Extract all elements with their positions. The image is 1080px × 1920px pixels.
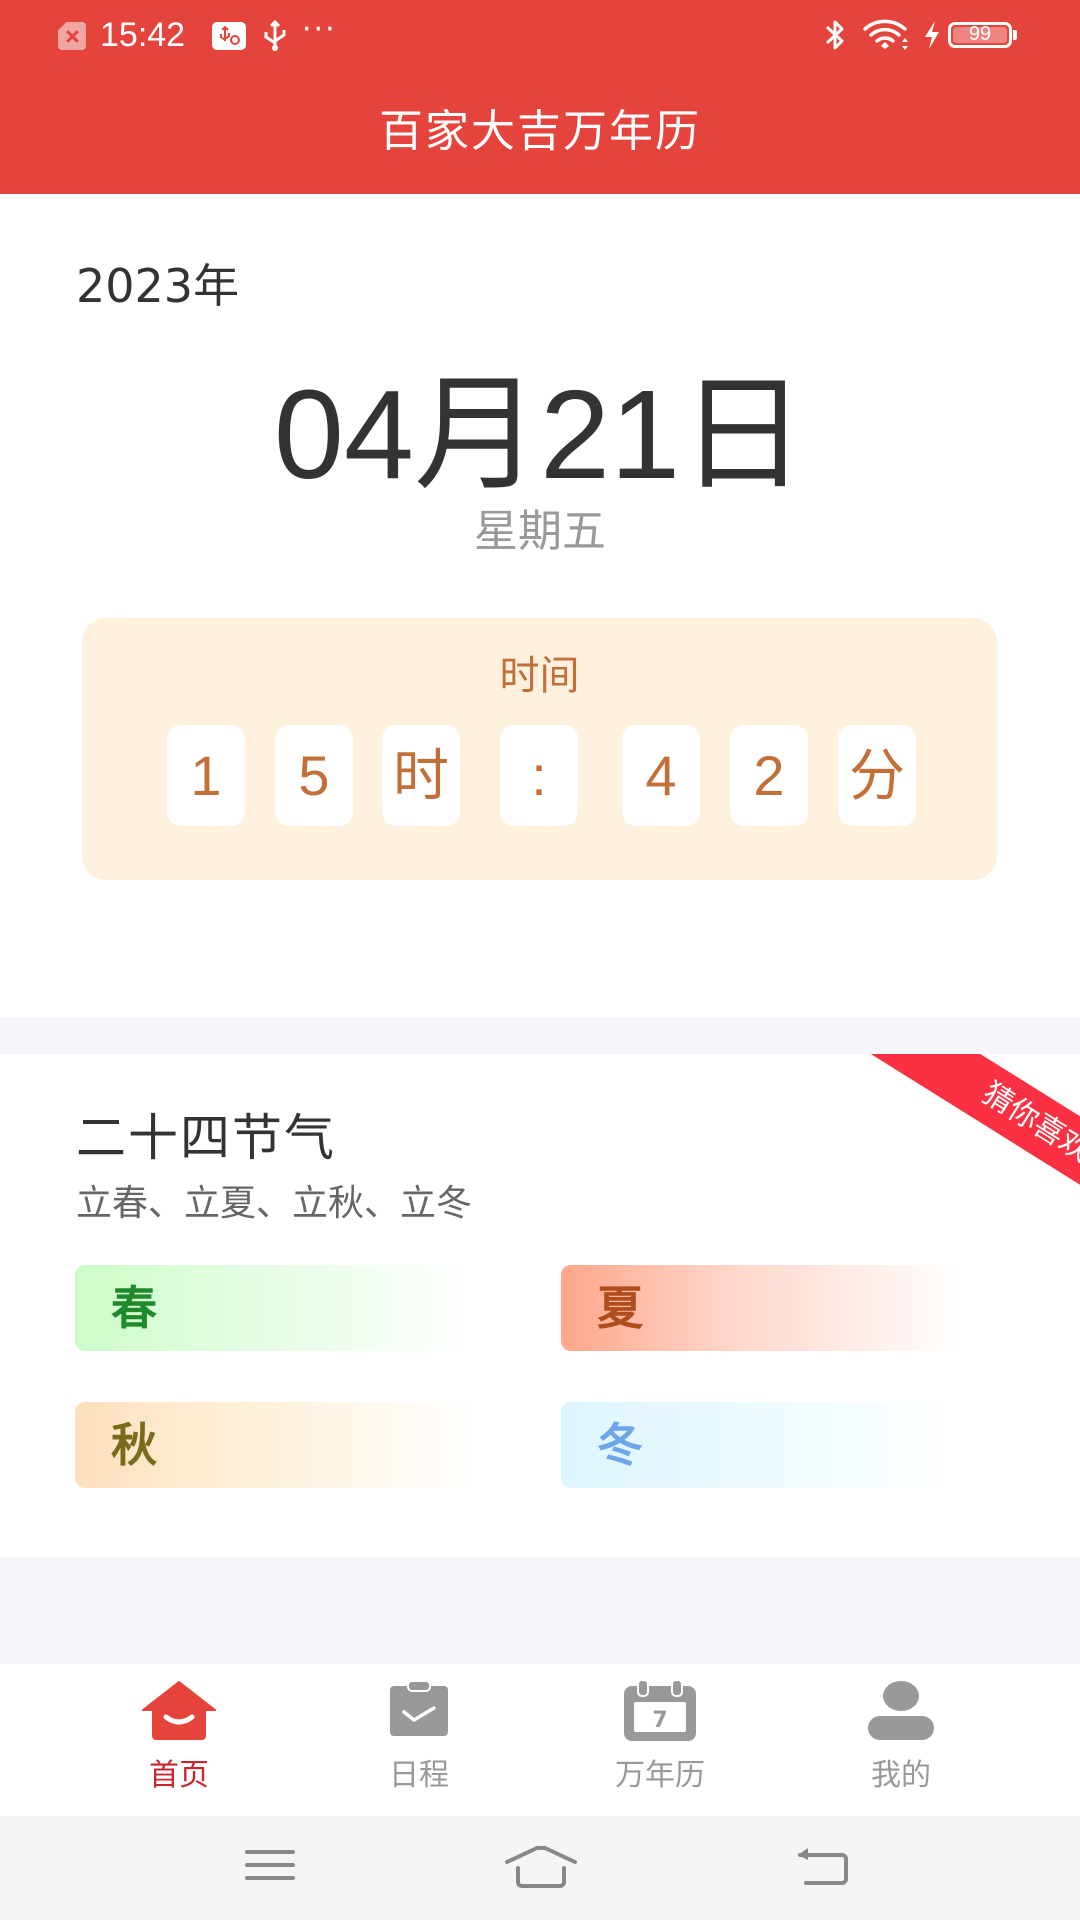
battery-level: 99 (968, 23, 992, 45)
back-icon[interactable] (796, 1846, 852, 1894)
season-chip-summer[interactable]: 夏 (561, 1265, 961, 1351)
bottom-tab-bar: 首页 日程 7 万年历 我的 (0, 1664, 1080, 1816)
recommend-ribbon: 猜你喜欢 (867, 1054, 1080, 1243)
section-divider (0, 1557, 1080, 1664)
time-colon: : (500, 725, 578, 826)
more-icon: ··· (302, 12, 337, 47)
home-icon (141, 1680, 217, 1744)
season-chip-winter[interactable]: 冬 (561, 1402, 961, 1488)
battery-icon: 99 (948, 22, 1017, 48)
calendar-icon-number: 7 (652, 1708, 667, 1733)
season-chip-spring[interactable]: 春 (75, 1265, 475, 1351)
minute-unit: 分 (838, 725, 916, 826)
system-nav-bar (0, 1816, 1080, 1920)
season-chip-autumn[interactable]: 秋 (75, 1402, 475, 1488)
charging-icon (922, 20, 942, 54)
solar-terms-title: 二十四节气 (76, 1109, 336, 1167)
time-card-title: 时间 (499, 653, 580, 699)
usb-settings-icon (212, 22, 246, 50)
tab-label: 日程 (389, 1758, 449, 1793)
hour-ones-digit: 5 (275, 725, 353, 826)
menu-icon[interactable] (244, 1846, 298, 1894)
minute-ones-digit: 2 (730, 725, 808, 826)
weekday-label: 星期五 (474, 506, 606, 557)
user-icon (866, 1680, 936, 1744)
clipboard-check-icon (388, 1680, 450, 1742)
usb-icon (262, 19, 288, 56)
bluetooth-icon (822, 18, 848, 56)
solar-terms-subtitle: 立春、立夏、立秋、立冬 (76, 1183, 473, 1224)
calendar-icon: 7 (622, 1679, 698, 1746)
tab-profile[interactable]: 我的 (781, 1664, 1021, 1816)
tab-home[interactable]: 首页 (59, 1664, 299, 1816)
app-title: 百家大吉万年历 (379, 106, 701, 157)
wifi-icon (862, 18, 912, 56)
tab-label: 万年历 (615, 1758, 705, 1793)
hour-unit: 时 (382, 725, 460, 826)
month-day: 04月21日 (273, 364, 807, 505)
home-nav-icon[interactable] (504, 1846, 578, 1894)
tab-schedule[interactable]: 日程 (299, 1664, 539, 1816)
app-header: 15:42 ··· 99 百家大吉万年历 (0, 0, 1080, 194)
status-bar: 15:42 ··· 99 (0, 0, 1080, 70)
sim-error-icon (58, 22, 86, 50)
tab-label: 首页 (149, 1758, 209, 1793)
minute-tens-digit: 4 (622, 725, 700, 826)
tab-label: 我的 (871, 1758, 931, 1793)
year-label: 2023年 (76, 259, 240, 313)
status-time: 15:42 (100, 16, 186, 54)
tab-calendar[interactable]: 7 万年历 (540, 1664, 780, 1816)
hour-tens-digit: 1 (167, 725, 245, 826)
section-divider (0, 1017, 1080, 1054)
time-display: 1 5 时 : 4 2 分 (0, 725, 1080, 826)
